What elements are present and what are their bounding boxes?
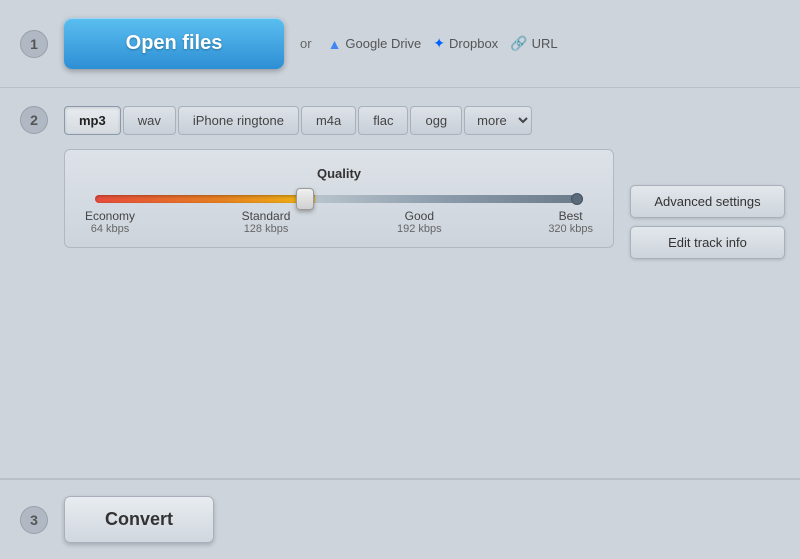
tab-wav[interactable]: wav bbox=[123, 106, 176, 135]
step-1-circle: 1 bbox=[20, 30, 48, 58]
dropbox-label: Dropbox bbox=[449, 36, 498, 51]
quality-standard-kbps: 128 kbps bbox=[242, 223, 291, 235]
dropbox-icon: ✦ bbox=[433, 35, 445, 52]
google-drive-icon: ▲ bbox=[328, 36, 342, 52]
tab-m4a[interactable]: m4a bbox=[301, 106, 356, 135]
slider-end-dot bbox=[571, 193, 583, 205]
quality-slider-thumb[interactable] bbox=[296, 188, 314, 210]
step-3-circle: 3 bbox=[20, 506, 48, 534]
quality-standard: Standard 128 kbps bbox=[242, 209, 291, 235]
tab-more-select[interactable]: more aac wma opus bbox=[464, 106, 532, 135]
google-drive-link[interactable]: ▲ Google Drive bbox=[328, 36, 422, 52]
step-2-circle: 2 bbox=[20, 106, 48, 134]
quality-economy: Economy 64 kbps bbox=[85, 209, 135, 235]
open-files-button[interactable]: Open files bbox=[64, 18, 284, 69]
quality-economy-kbps: 64 kbps bbox=[85, 223, 135, 235]
section-2: 2 mp3 wav iPhone ringtone m4a flac ogg m… bbox=[0, 88, 800, 479]
advanced-settings-button[interactable]: Advanced settings bbox=[630, 185, 785, 218]
slider-track-right bbox=[315, 195, 583, 203]
section-2-content: mp3 wav iPhone ringtone m4a flac ogg mor… bbox=[64, 106, 785, 259]
right-panel: Advanced settings Edit track info bbox=[630, 185, 785, 259]
convert-button[interactable]: Convert bbox=[64, 496, 214, 543]
quality-slider-track bbox=[95, 195, 583, 203]
quality-best-name: Best bbox=[548, 209, 593, 223]
slider-container bbox=[95, 195, 583, 203]
quality-good: Good 192 kbps bbox=[397, 209, 442, 235]
section-3: 3 Convert bbox=[0, 479, 800, 559]
url-icon: 🔗 bbox=[510, 35, 527, 52]
app-wrapper: 1 Open files or ▲ Google Drive ✦ Dropbox… bbox=[0, 0, 800, 559]
url-label: URL bbox=[532, 36, 558, 51]
quality-best-kbps: 320 kbps bbox=[548, 223, 593, 235]
cloud-links: ▲ Google Drive ✦ Dropbox 🔗 URL bbox=[328, 35, 558, 52]
dropbox-link[interactable]: ✦ Dropbox bbox=[433, 35, 498, 52]
quality-labels: Economy 64 kbps Standard 128 kbps Good 1… bbox=[85, 209, 593, 235]
quality-panel: Quality Economy 64 kbps bbox=[64, 149, 614, 248]
quality-standard-name: Standard bbox=[242, 209, 291, 223]
tab-flac[interactable]: flac bbox=[358, 106, 408, 135]
or-text: or bbox=[300, 36, 312, 51]
tab-mp3[interactable]: mp3 bbox=[64, 106, 121, 135]
quality-best: Best 320 kbps bbox=[548, 209, 593, 235]
tab-ogg[interactable]: ogg bbox=[410, 106, 462, 135]
step-3-number: 3 bbox=[30, 512, 38, 528]
section-1: 1 Open files or ▲ Google Drive ✦ Dropbox… bbox=[0, 0, 800, 88]
format-tabs: mp3 wav iPhone ringtone m4a flac ogg mor… bbox=[64, 106, 785, 135]
step-1-number: 1 bbox=[30, 36, 38, 52]
quality-economy-name: Economy bbox=[85, 209, 135, 223]
google-drive-label: Google Drive bbox=[345, 36, 421, 51]
quality-good-name: Good bbox=[397, 209, 442, 223]
url-link[interactable]: 🔗 URL bbox=[510, 35, 557, 52]
edit-track-info-button[interactable]: Edit track info bbox=[630, 226, 785, 259]
quality-title: Quality bbox=[85, 166, 593, 181]
step-2-number: 2 bbox=[30, 112, 38, 128]
tab-iphone-ringtone[interactable]: iPhone ringtone bbox=[178, 106, 299, 135]
quality-good-kbps: 192 kbps bbox=[397, 223, 442, 235]
